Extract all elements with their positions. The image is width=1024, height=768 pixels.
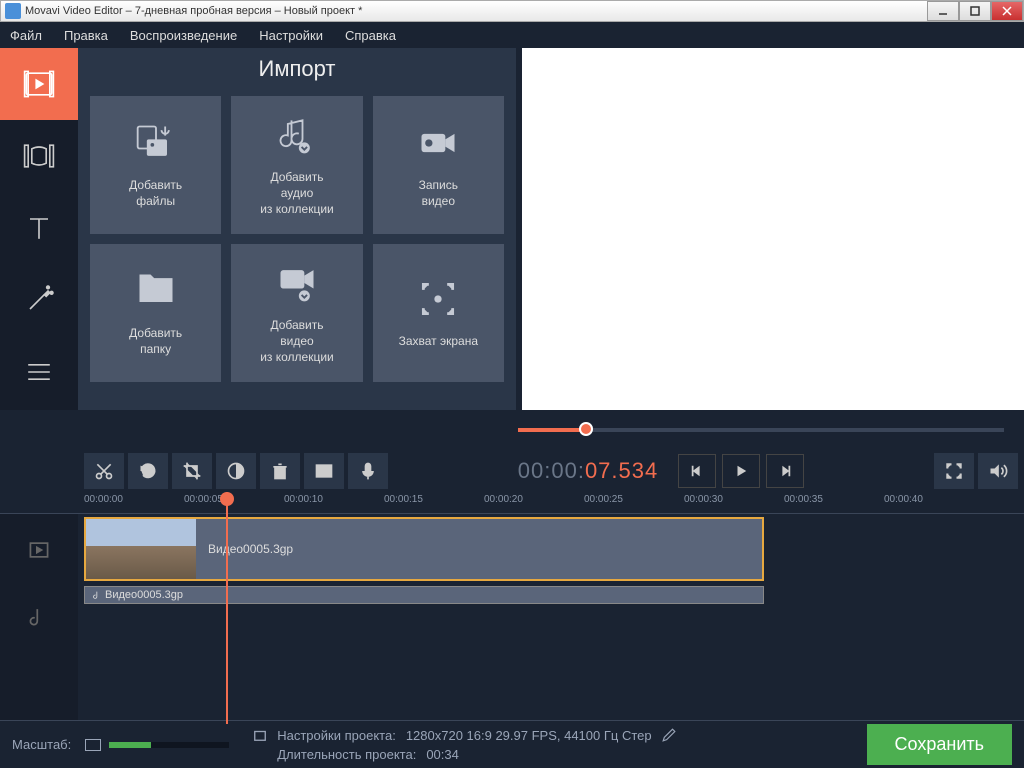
- timeline-ruler[interactable]: 00:00:00 00:00:05 00:00:10 00:00:15 00:0…: [0, 492, 1024, 514]
- track-header-video[interactable]: [0, 514, 78, 586]
- tile-capture-screen[interactable]: Захват экрана: [373, 244, 504, 382]
- video-track[interactable]: Видео0005.3gp: [78, 514, 1024, 586]
- statusbar: Масштаб: Настройки проекта: 1280x720 16:…: [0, 720, 1024, 768]
- menu-help[interactable]: Справка: [345, 28, 396, 43]
- import-title: Импорт: [90, 56, 504, 82]
- tool-color[interactable]: [216, 453, 256, 489]
- prev-frame-button[interactable]: [678, 454, 716, 488]
- tool-image[interactable]: [304, 453, 344, 489]
- app-icon: [5, 3, 21, 19]
- fullscreen-button[interactable]: [934, 453, 974, 489]
- timeline: Видео0005.3gp Видео0005.3gp: [0, 514, 1024, 724]
- seek-progress: [518, 428, 586, 432]
- window-title: Movavi Video Editor – 7-дневная пробная …: [25, 5, 927, 17]
- zoom-out-icon[interactable]: [85, 739, 101, 751]
- transport-row: 00:00:07.534: [0, 450, 1024, 492]
- timecode: 00:00:07.534: [518, 458, 658, 485]
- duration-value: 00:34: [426, 747, 459, 762]
- project-settings-label: Настройки проекта:: [277, 728, 396, 743]
- tile-add-folder[interactable]: Добавитьпапку: [90, 244, 221, 382]
- sidebar-filters[interactable]: [0, 120, 78, 192]
- note-icon: [91, 590, 101, 600]
- sidebar-import[interactable]: [0, 48, 78, 120]
- ruler-mark: 00:00:25: [584, 494, 623, 505]
- duration-label: Длительность проекта:: [277, 747, 416, 762]
- sidebar-effects[interactable]: [0, 264, 78, 336]
- seek-bar-row: [0, 410, 1024, 450]
- video-clip[interactable]: Видео0005.3gp: [84, 517, 764, 581]
- seek-track[interactable]: [518, 428, 1004, 432]
- edit-icon[interactable]: [662, 728, 676, 742]
- settings-icon: [253, 728, 267, 742]
- tile-label: Записьвидео: [419, 177, 458, 209]
- clip-filename: Видео0005.3gp: [208, 542, 293, 556]
- ruler-mark: 00:00:10: [284, 494, 323, 505]
- play-button[interactable]: [722, 454, 760, 488]
- tile-add-files[interactable]: Добавитьфайлы: [90, 96, 221, 234]
- ruler-mark: 00:00:40: [884, 494, 923, 505]
- seek-handle[interactable]: [579, 422, 593, 436]
- import-panel: Импорт Добавитьфайлы Добавитьаудиоиз кол…: [78, 48, 516, 410]
- sidebar-titles[interactable]: [0, 192, 78, 264]
- audio-clip-filename: Видео0005.3gp: [105, 589, 183, 601]
- track-header-audio[interactable]: [0, 586, 78, 646]
- preview-area: [516, 48, 1024, 410]
- tile-label: Захват экрана: [399, 333, 478, 349]
- ruler-mark: 00:00:00: [84, 494, 123, 505]
- ruler-mark: 00:00:35: [784, 494, 823, 505]
- menu-playback[interactable]: Воспроизведение: [130, 28, 237, 43]
- window-titlebar: Movavi Video Editor – 7-дневная пробная …: [0, 0, 1024, 22]
- ruler-mark: 00:00:05: [184, 494, 223, 505]
- minimize-button[interactable]: [927, 1, 959, 21]
- tool-rotate[interactable]: [128, 453, 168, 489]
- preview-canvas: [522, 48, 1024, 410]
- tile-label: Добавитьвидеоиз коллекции: [260, 317, 334, 366]
- tile-label: Добавитьфайлы: [129, 177, 182, 209]
- tile-label: Добавитьаудиоиз коллекции: [260, 169, 334, 218]
- tool-mic[interactable]: [348, 453, 388, 489]
- tool-cut[interactable]: [84, 453, 124, 489]
- tile-label: Добавитьпапку: [129, 325, 182, 357]
- tile-add-video[interactable]: Добавитьвидеоиз коллекции: [231, 244, 362, 382]
- next-frame-button[interactable]: [766, 454, 804, 488]
- menu-file[interactable]: Файл: [10, 28, 42, 43]
- tile-add-audio[interactable]: Добавитьаудиоиз коллекции: [231, 96, 362, 234]
- tile-record-video[interactable]: Записьвидео: [373, 96, 504, 234]
- maximize-button[interactable]: [959, 1, 991, 21]
- zoom-label: Масштаб:: [12, 737, 71, 752]
- timecode-current: 07.534: [585, 458, 658, 483]
- sidebar-more[interactable]: [0, 336, 78, 408]
- timecode-prefix: 00:00:: [518, 458, 585, 483]
- menubar: Файл Правка Воспроизведение Настройки Сп…: [0, 22, 1024, 48]
- volume-button[interactable]: [978, 453, 1018, 489]
- menu-settings[interactable]: Настройки: [259, 28, 323, 43]
- menu-edit[interactable]: Правка: [64, 28, 108, 43]
- save-button[interactable]: Сохранить: [867, 724, 1012, 765]
- tool-delete[interactable]: [260, 453, 300, 489]
- clip-thumbnail: [86, 519, 196, 579]
- project-settings-value: 1280x720 16:9 29.97 FPS, 44100 Гц Стер: [406, 728, 652, 743]
- sidebar: [0, 48, 78, 410]
- tool-crop[interactable]: [172, 453, 212, 489]
- ruler-mark: 00:00:30: [684, 494, 723, 505]
- ruler-mark: 00:00:20: [484, 494, 523, 505]
- audio-track[interactable]: Видео0005.3gp: [78, 586, 1024, 606]
- ruler-mark: 00:00:15: [384, 494, 423, 505]
- playhead[interactable]: [226, 492, 228, 724]
- close-button[interactable]: [991, 1, 1023, 21]
- zoom-slider[interactable]: [109, 742, 229, 748]
- audio-clip[interactable]: Видео0005.3gp: [84, 586, 764, 604]
